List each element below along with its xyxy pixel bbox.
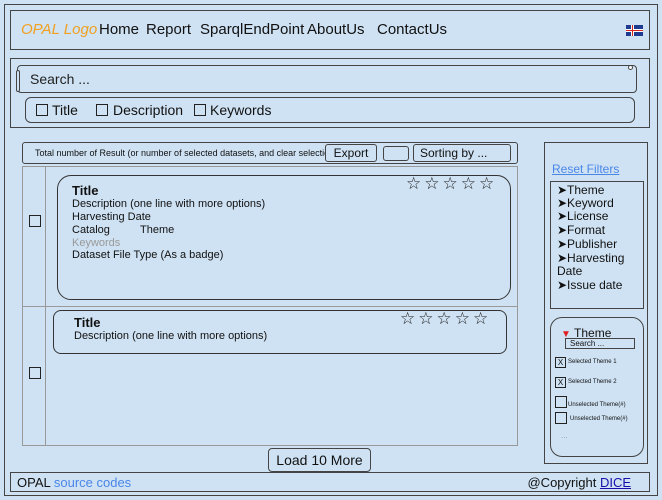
dice-link[interactable]: DICE: [600, 475, 631, 490]
search-resize-dot: [628, 65, 633, 70]
facet-publisher[interactable]: ➤Publisher: [557, 238, 617, 251]
facet-license[interactable]: ➤License: [557, 210, 608, 223]
footer-copyright: @Copyright DICE: [527, 475, 631, 490]
title-checkbox-label: Title: [52, 102, 78, 118]
theme-option-label: Selected Theme 2: [568, 379, 617, 385]
result-description: Description (one line with more options): [74, 330, 268, 342]
keywords-checkbox-label: Keywords: [210, 102, 272, 118]
result-card[interactable]: Title Description (one line with more op…: [57, 174, 511, 300]
facet-format[interactable]: ➤Format: [557, 224, 605, 237]
title-checkbox[interactable]: [36, 104, 48, 116]
result-title[interactable]: Title: [74, 315, 101, 330]
results-toolbar: Total number of Result (or number of sel…: [22, 142, 518, 164]
keywords-checkbox[interactable]: [194, 104, 206, 116]
row-divider: [23, 306, 517, 307]
row-select-checkbox[interactable]: [29, 367, 41, 379]
result-theme: Theme: [140, 224, 175, 236]
search-scroll-handle: [16, 70, 20, 92]
load-more-button[interactable]: Load 10 More: [268, 448, 371, 472]
results-list: Title Description (one line with more op…: [22, 166, 518, 446]
facet-issue-date[interactable]: ➤Issue date: [557, 279, 622, 292]
facet-harvesting-date[interactable]: Date: [557, 265, 582, 278]
view-toggle-button[interactable]: [383, 146, 409, 161]
search-box: [16, 65, 637, 93]
description-checkbox[interactable]: [96, 104, 108, 116]
filter-sidebar: Reset Filters ➤Theme ➤Keyword ➤License ➤…: [544, 142, 648, 464]
theme-option-checkbox[interactable]: [555, 412, 567, 424]
result-catalog: Catalog: [72, 224, 110, 236]
theme-option-label: Selected Theme 1: [568, 359, 617, 365]
result-description: Description (one line with more options): [72, 198, 266, 210]
nav-about-us[interactable]: AboutUs: [307, 21, 365, 38]
search-field-filters: Title Description Keywords: [25, 97, 635, 123]
description-checkbox-label: Description: [113, 102, 184, 118]
reset-filters-link[interactable]: Reset Filters: [552, 162, 619, 176]
export-button[interactable]: Export: [325, 144, 377, 162]
nav-contact-us[interactable]: ContactUs: [377, 21, 447, 38]
result-keywords: Keywords: [72, 237, 121, 249]
nav-report[interactable]: Report: [146, 21, 191, 38]
theme-search-input[interactable]: Search ...: [565, 338, 635, 349]
more-options-indicator: ...: [561, 431, 568, 440]
nav-home[interactable]: Home: [99, 21, 139, 38]
iceland-flag-icon[interactable]: [626, 25, 643, 36]
rating-stars-icon[interactable]: ☆☆☆☆☆: [400, 309, 491, 329]
footer-bar: OPAL source codes @Copyright DICE: [10, 472, 650, 492]
row-select-checkbox[interactable]: [29, 215, 41, 227]
result-harvesting-date: Harvesting Date: [72, 211, 151, 223]
logo[interactable]: OPAL Logo: [21, 21, 97, 38]
search-section: Title Description Keywords: [10, 58, 650, 128]
result-title[interactable]: Title: [72, 183, 99, 198]
nav-sparql-endpoint[interactable]: SparqlEndPoint: [200, 21, 304, 38]
facet-list: ➤Theme ➤Keyword ➤License ➤Format ➤Publis…: [550, 181, 644, 309]
theme-filter-panel: ▼ Theme Search ... X Selected Theme 1 X …: [550, 317, 644, 457]
source-codes-link[interactable]: source codes: [54, 475, 131, 490]
result-card[interactable]: Title Description (one line with more op…: [53, 309, 507, 354]
footer-source: OPAL source codes: [17, 475, 132, 490]
total-results-text[interactable]: Total number of Result (or number of sel…: [35, 148, 337, 158]
search-input[interactable]: [18, 66, 636, 92]
theme-option-checkbox[interactable]: X: [555, 357, 566, 368]
result-file-type-badge: Dataset File Type (As a badge): [72, 249, 224, 261]
theme-option-label: Unselected Theme(#): [568, 402, 626, 408]
rating-stars-icon[interactable]: ☆☆☆☆☆: [406, 174, 497, 194]
theme-option-checkbox[interactable]: X: [555, 377, 566, 388]
header-bar: OPAL Logo Home Report SparqlEndPoint Abo…: [10, 10, 650, 50]
theme-option-checkbox[interactable]: [555, 396, 567, 408]
theme-option-label: Unselected Theme(#): [570, 416, 628, 422]
sort-dropdown[interactable]: Sorting by ...: [413, 144, 511, 162]
